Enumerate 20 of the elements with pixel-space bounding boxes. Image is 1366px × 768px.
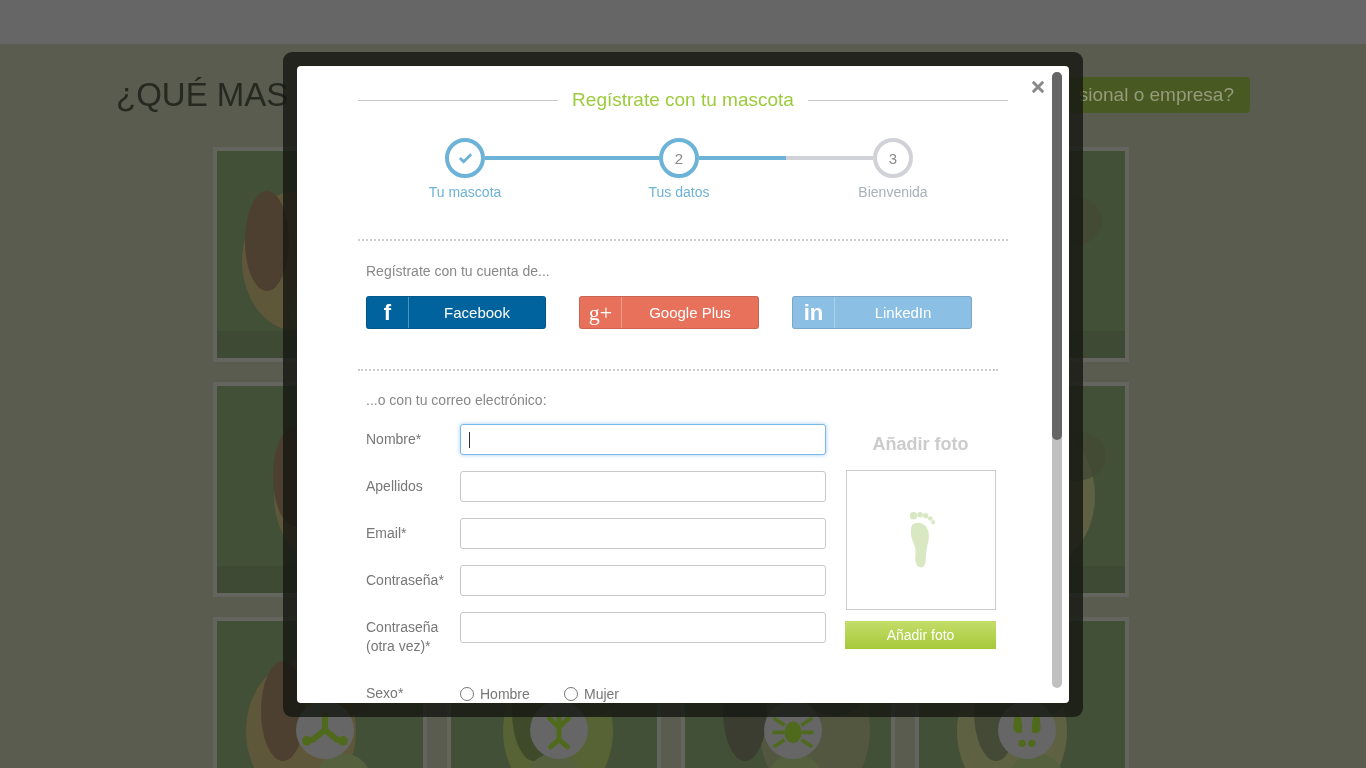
field-label: Contraseña (otra vez)* [366,618,440,656]
field-label: Contraseña* [366,571,445,590]
google-button[interactable]: g+ Google Plus [579,296,759,329]
step-number: 2 [674,149,684,167]
dialog-title: Regístrate con tu mascota [572,89,794,111]
email-prompt: ...o con tu correo electrónico: [366,392,548,408]
field-label: Sexo* [366,684,405,703]
social-prompt: Regístrate con tu cuenta de... [366,263,551,279]
add-photo-button[interactable]: Añadir foto [845,621,996,649]
option-label: Hombre [480,685,530,702]
step-label: Bienvenida [858,184,928,200]
step-label: Tu mascota [428,184,502,200]
step-label: Tus datos [648,184,710,200]
linkedin-button[interactable]: in LinkedIn [792,296,972,329]
field-label: Apellidos [366,477,424,496]
field-label: Email* [366,524,408,543]
field-label: Nombre* [366,430,423,449]
option-label: Mujer [584,685,619,702]
step-number: 3 [888,149,898,167]
facebook-button[interactable]: f Facebook [366,296,546,329]
